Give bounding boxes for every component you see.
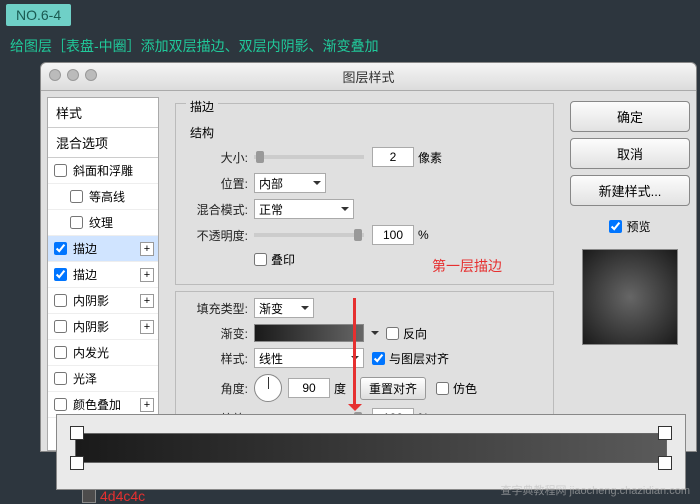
window-controls[interactable] xyxy=(49,69,97,81)
style-item-6[interactable]: 内阴影 + xyxy=(48,314,158,340)
blend-dropdown[interactable]: 正常 xyxy=(254,199,354,219)
style-item-3[interactable]: 描边 + xyxy=(48,236,158,262)
style-dropdown[interactable]: 线性 xyxy=(254,348,364,368)
style-item-checkbox[interactable] xyxy=(70,216,83,229)
overprint-label: 叠印 xyxy=(271,251,295,268)
ok-button[interactable]: 确定 xyxy=(570,101,690,132)
color-stop-right[interactable] xyxy=(658,456,672,470)
opacity-stop-left[interactable] xyxy=(70,426,84,440)
style-item-label: 描边 xyxy=(73,240,97,257)
dialog-titlebar: 图层样式 xyxy=(41,63,696,91)
add-effect-icon[interactable]: + xyxy=(140,398,154,412)
style-item-checkbox[interactable] xyxy=(54,242,67,255)
blend-label: 混合模式: xyxy=(186,201,248,218)
opacity-stop-right[interactable] xyxy=(658,426,672,440)
style-item-1[interactable]: 等高线 xyxy=(48,184,158,210)
overprint-checkbox[interactable] xyxy=(254,253,267,266)
styles-header[interactable]: 样式 xyxy=(48,98,158,128)
add-effect-icon[interactable]: + xyxy=(140,268,154,282)
style-item-label: 等高线 xyxy=(89,188,125,205)
style-item-label: 纹理 xyxy=(89,214,113,231)
opacity-input[interactable] xyxy=(372,225,414,245)
opacity-label: 不透明度: xyxy=(186,227,248,244)
style-item-checkbox[interactable] xyxy=(54,372,67,385)
gradient-editor[interactable] xyxy=(56,414,686,490)
size-input[interactable] xyxy=(372,147,414,167)
style-item-label: 颜色叠加 xyxy=(73,396,121,413)
dialog-title: 图层样式 xyxy=(342,70,394,85)
stroke-group-title: 描边 xyxy=(186,98,218,115)
style-item-label: 光泽 xyxy=(73,370,97,387)
layer-style-dialog: 图层样式 样式 混合选项 斜面和浮雕等高线纹理描边+描边+内阴影+内阴影+内发光… xyxy=(40,62,697,452)
add-effect-icon[interactable]: + xyxy=(140,242,154,256)
angle-input[interactable] xyxy=(288,378,330,398)
filltype-label: 填充类型: xyxy=(186,300,248,317)
color-stop-left[interactable] xyxy=(70,456,84,470)
angle-unit: 度 xyxy=(334,380,346,397)
style-item-checkbox[interactable] xyxy=(54,294,67,307)
opacity-slider[interactable] xyxy=(254,233,364,237)
cancel-button[interactable]: 取消 xyxy=(570,138,690,169)
style-item-label: 内阴影 xyxy=(73,318,109,335)
reset-align-button[interactable]: 重置对齐 xyxy=(360,377,426,400)
style-item-checkbox[interactable] xyxy=(54,268,67,281)
preview-thumbnail xyxy=(582,249,678,345)
add-effect-icon[interactable]: + xyxy=(140,294,154,308)
style-item-7[interactable]: 内发光 xyxy=(48,340,158,366)
angle-label: 角度: xyxy=(186,380,248,397)
color-code-label: 4d4c4c xyxy=(82,488,145,504)
style-item-5[interactable]: 内阴影 + xyxy=(48,288,158,314)
position-label: 位置: xyxy=(186,175,248,192)
add-effect-icon[interactable]: + xyxy=(140,320,154,334)
color-swatch-icon xyxy=(82,489,96,503)
size-label: 大小: xyxy=(186,149,248,166)
style-item-label: 内阴影 xyxy=(73,292,109,309)
structure-title: 结构 xyxy=(190,124,543,141)
annotation-arrow-icon xyxy=(353,298,356,408)
style-item-label: 斜面和浮雕 xyxy=(73,162,133,179)
color-code-text: 4d4c4c xyxy=(100,488,145,504)
style-label: 样式: xyxy=(186,350,248,367)
style-item-checkbox[interactable] xyxy=(54,164,67,177)
dialog-actions: 确定 取消 新建样式... 预览 xyxy=(570,97,690,451)
reverse-checkbox[interactable] xyxy=(386,327,399,340)
size-unit: 像素 xyxy=(418,149,442,166)
style-item-0[interactable]: 斜面和浮雕 xyxy=(48,158,158,184)
style-item-checkbox[interactable] xyxy=(54,320,67,333)
step-badge: NO.6-4 xyxy=(6,4,71,26)
align-checkbox[interactable] xyxy=(372,352,385,365)
size-slider[interactable] xyxy=(254,155,364,159)
style-item-checkbox[interactable] xyxy=(54,346,67,359)
angle-dial[interactable] xyxy=(254,374,282,402)
position-dropdown[interactable]: 内部 xyxy=(254,173,326,193)
dither-label: 仿色 xyxy=(453,380,477,397)
annotation-first-stroke: 第一层描边 xyxy=(432,256,502,276)
gradient-track[interactable] xyxy=(75,433,667,463)
watermark: 查字典教程网 jiaocheng.chazidian.com xyxy=(500,485,690,498)
preview-label: 预览 xyxy=(626,218,650,235)
style-item-2[interactable]: 纹理 xyxy=(48,210,158,236)
style-item-label: 描边 xyxy=(73,266,97,283)
new-style-button[interactable]: 新建样式... xyxy=(570,175,690,206)
align-label: 与图层对齐 xyxy=(389,350,449,367)
stroke-settings-panel: 描边 结构 大小: 像素 位置: 内部 混合模式: 正常 不透明度: xyxy=(165,97,564,451)
dither-checkbox[interactable] xyxy=(436,382,449,395)
styles-list-panel: 样式 混合选项 斜面和浮雕等高线纹理描边 + 描边 + 内阴影 + 内阴影 + 内发光光泽颜色叠… xyxy=(47,97,159,451)
gradient-picker[interactable] xyxy=(254,324,364,342)
filltype-dropdown[interactable]: 渐变 xyxy=(254,298,314,318)
step-subtitle: 给图层［表盘-中圈］添加双层描边、双层内阴影、渐变叠加 xyxy=(10,36,379,56)
style-item-8[interactable]: 光泽 xyxy=(48,366,158,392)
gradient-label: 渐变: xyxy=(186,325,248,342)
style-item-4[interactable]: 描边 + xyxy=(48,262,158,288)
opacity-unit: % xyxy=(418,228,429,242)
blend-options-item[interactable]: 混合选项 xyxy=(48,128,158,158)
style-item-label: 内发光 xyxy=(73,344,109,361)
preview-checkbox[interactable] xyxy=(609,220,622,233)
style-item-checkbox[interactable] xyxy=(70,190,83,203)
style-item-checkbox[interactable] xyxy=(54,398,67,411)
reverse-label: 反向 xyxy=(403,325,427,342)
